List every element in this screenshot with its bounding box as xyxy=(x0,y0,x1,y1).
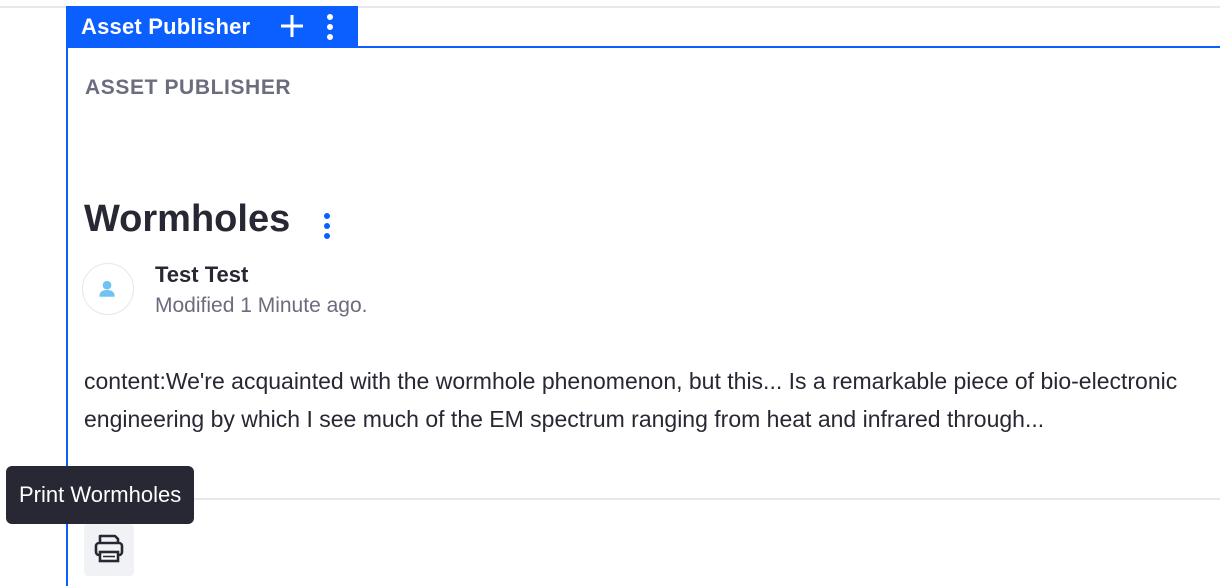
portlet-topper-title: Asset Publisher xyxy=(81,14,251,39)
print-tooltip: Print Wormholes xyxy=(6,466,195,524)
modified-date: Modified 1 Minute ago. xyxy=(155,294,368,317)
portlet-topper: Asset Publisher xyxy=(66,6,358,48)
plus-icon[interactable] xyxy=(280,14,304,38)
asset-title[interactable]: Wormholes xyxy=(84,198,290,241)
print-button[interactable] xyxy=(84,524,134,576)
asset-summary: content:We're acquainted with the wormho… xyxy=(84,368,1178,432)
author-name: Test Test xyxy=(155,262,249,287)
avatar xyxy=(82,263,134,315)
print-icon xyxy=(94,534,124,563)
user-icon xyxy=(99,280,115,297)
divider xyxy=(84,498,1220,500)
asset-options-icon[interactable] xyxy=(318,210,336,242)
portlet-heading: ASSET PUBLISHER xyxy=(85,76,292,99)
portlet-options-icon[interactable] xyxy=(322,12,338,42)
